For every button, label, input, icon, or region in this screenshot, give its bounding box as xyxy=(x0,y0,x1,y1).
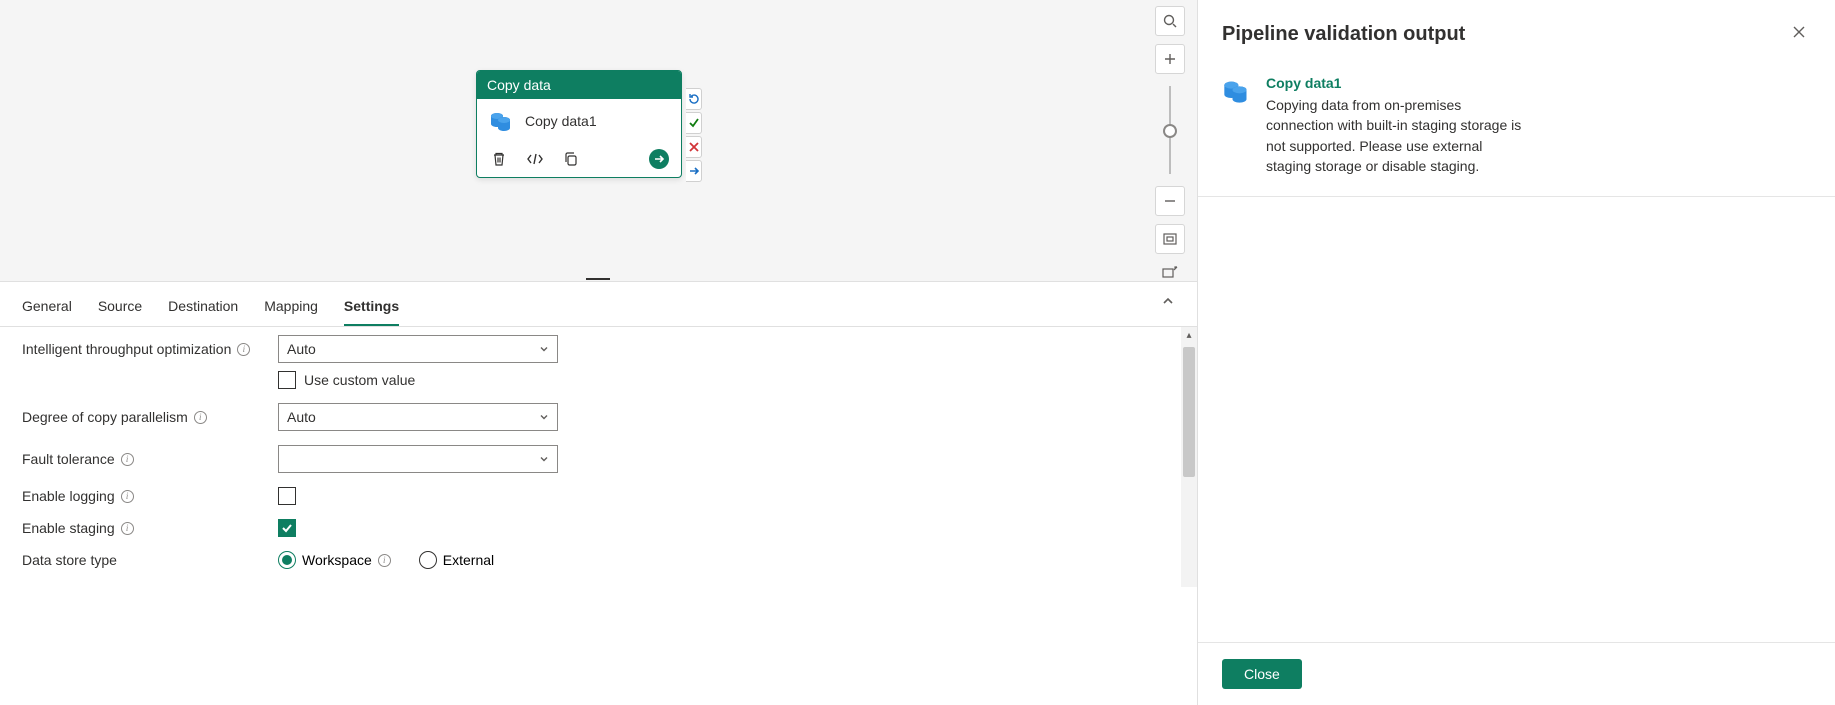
custom-value-label: Use custom value xyxy=(304,372,415,388)
settings-scrollbar[interactable]: ▴ xyxy=(1181,327,1197,587)
custom-value-checkbox[interactable] xyxy=(278,371,296,389)
radio-workspace[interactable]: Workspace i xyxy=(278,551,391,569)
info-icon[interactable]: i xyxy=(194,411,207,424)
enable-staging-label: Enable staging xyxy=(22,520,115,536)
tab-general[interactable]: General xyxy=(22,292,72,326)
zoom-thumb[interactable] xyxy=(1163,124,1177,138)
activity-name: Copy data1 xyxy=(525,113,597,129)
parallelism-select[interactable]: Auto xyxy=(278,403,558,431)
enable-staging-checkbox[interactable] xyxy=(278,519,296,537)
fault-tolerance-select[interactable] xyxy=(278,445,558,473)
radio-workspace-label: Workspace xyxy=(302,552,372,568)
activity-header: Copy data xyxy=(477,71,681,99)
chevron-down-icon xyxy=(539,454,549,464)
tab-settings[interactable]: Settings xyxy=(344,292,399,326)
throughput-label: Intelligent throughput optimization xyxy=(22,341,231,357)
enable-logging-label: Enable logging xyxy=(22,488,115,504)
zoom-out-icon[interactable] xyxy=(1155,186,1185,216)
validation-item-message: Copying data from on-premises connection… xyxy=(1266,95,1526,176)
chevron-down-icon xyxy=(539,412,549,422)
zoom-slider[interactable] xyxy=(1169,86,1171,174)
settings-tabs: General Source Destination Mapping Setti… xyxy=(0,282,1197,327)
close-icon[interactable] xyxy=(1787,20,1811,49)
fit-screen-icon[interactable] xyxy=(1155,224,1185,254)
database-icon xyxy=(489,109,513,133)
activity-node-copy-data[interactable]: Copy data Copy data1 xyxy=(476,70,682,178)
next-activity-icon[interactable] xyxy=(649,149,669,169)
throughput-select[interactable]: Auto xyxy=(278,335,558,363)
validation-panel: Pipeline validation output Copy data1 Co… xyxy=(1197,0,1835,705)
handle-success-icon[interactable] xyxy=(686,112,702,134)
expand-icon[interactable] xyxy=(1155,262,1185,282)
database-icon xyxy=(1222,77,1250,105)
throughput-value: Auto xyxy=(287,341,316,357)
zoom-in-icon[interactable] xyxy=(1155,44,1185,74)
scroll-up-icon[interactable]: ▴ xyxy=(1181,327,1197,343)
chevron-down-icon xyxy=(539,344,549,354)
scroll-thumb[interactable] xyxy=(1183,347,1195,477)
delete-icon[interactable] xyxy=(489,149,509,169)
validation-item[interactable]: Copy data1 Copying data from on-premises… xyxy=(1198,61,1835,197)
data-store-type-label: Data store type xyxy=(22,552,117,568)
info-icon[interactable]: i xyxy=(121,453,134,466)
validation-title: Pipeline validation output xyxy=(1222,23,1465,46)
code-icon[interactable] xyxy=(525,149,545,169)
parallelism-value: Auto xyxy=(287,409,316,425)
parallelism-label: Degree of copy parallelism xyxy=(22,409,188,425)
validation-item-title[interactable]: Copy data1 xyxy=(1266,75,1526,91)
handle-retry-icon[interactable] xyxy=(686,88,702,110)
radio-external-label: External xyxy=(443,552,494,568)
copy-icon[interactable] xyxy=(561,149,581,169)
info-icon[interactable]: i xyxy=(378,554,391,567)
search-icon[interactable] xyxy=(1155,6,1185,36)
enable-logging-checkbox[interactable] xyxy=(278,487,296,505)
tab-destination[interactable]: Destination xyxy=(168,292,238,326)
collapse-panel-icon[interactable] xyxy=(1161,294,1175,313)
info-icon[interactable]: i xyxy=(237,343,250,356)
info-icon[interactable]: i xyxy=(121,522,134,535)
close-button[interactable]: Close xyxy=(1222,659,1302,689)
handle-skip-icon[interactable] xyxy=(686,160,702,182)
tab-source[interactable]: Source xyxy=(98,292,142,326)
radio-external[interactable]: External xyxy=(419,551,494,569)
handle-failure-icon[interactable] xyxy=(686,136,702,158)
info-icon[interactable]: i xyxy=(121,490,134,503)
pipeline-canvas[interactable]: Copy data Copy data1 xyxy=(0,0,1197,282)
fault-tolerance-label: Fault tolerance xyxy=(22,451,115,467)
tab-mapping[interactable]: Mapping xyxy=(264,292,318,326)
